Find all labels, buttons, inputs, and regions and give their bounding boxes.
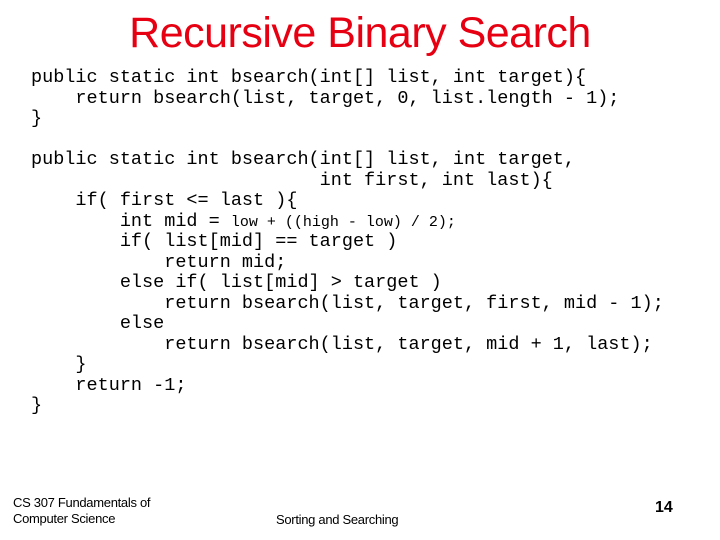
page-number: 14 [655,499,673,516]
footer-course-line2: Computer Science [13,511,116,526]
code-line: public static int bsearch(int[] list, in… [31,67,587,88]
code-line: return mid; [31,251,287,273]
code-line: if( list[mid] == target ) [31,231,398,252]
code-line-mid: int mid = low + ((high - low) / 2); [31,210,664,233]
footer-course-line1: CS 307 Fundamentals of [13,495,151,510]
code-line: public static int bsearch(int[] list, in… [31,149,575,170]
code-line: } [31,108,43,129]
code-line: if( first <= last ){ [31,190,298,211]
code-mid-expression: low + ((high - low) / 2); [230,213,456,231]
code-block: public static int bsearch(int[] list, in… [31,67,664,417]
code-mid-declaration: int mid = [31,210,231,232]
footer-topic: Sorting and Searching [276,512,399,527]
code-line: return bsearch(list, target, mid + 1, la… [31,333,653,355]
code-line: else if( list[mid] > target ) [31,272,442,293]
code-line: } [31,395,43,416]
code-line: return bsearch(list, target, 0, list.len… [31,87,620,109]
footer-course: CS 307 Fundamentals of Computer Science [13,495,151,527]
code-line: else [31,313,165,334]
code-line: } [31,354,87,375]
code-line: return -1; [31,374,187,396]
code-line: int first, int last){ [31,169,553,191]
code-line: return bsearch(list, target, first, mid … [31,292,664,314]
slide-title: Recursive Binary Search [129,9,591,57]
